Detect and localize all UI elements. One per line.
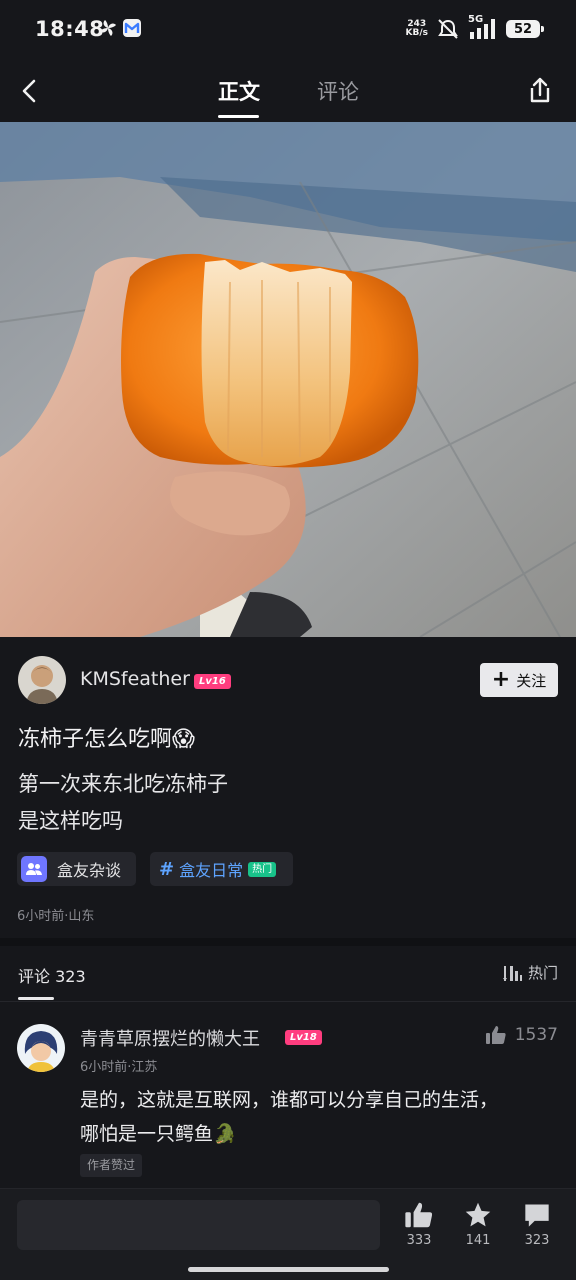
- favorite-button[interactable]: 141: [456, 1201, 500, 1248]
- comments-tab-indicator: [18, 997, 54, 1000]
- mute-icon: [438, 19, 458, 39]
- nav-bar: 正文 评论: [0, 60, 576, 122]
- comment-bubble-icon: [525, 1204, 549, 1227]
- favorite-count: 141: [465, 1233, 491, 1248]
- hot-badge: 热门: [248, 861, 277, 877]
- net-speed: 243 KB/s: [406, 20, 428, 38]
- status-bar: 18:48 243 KB/s 5G 52: [0, 0, 576, 60]
- active-tab-indicator: [218, 115, 259, 118]
- group-icon: [21, 856, 47, 882]
- comment-text-line: 哪怕是一只鳄鱼🐊: [80, 1123, 237, 1145]
- post-photo[interactable]: [0, 122, 576, 637]
- post-title: 冻柿子怎么吃啊😱: [18, 727, 195, 752]
- comment-count: 323: [524, 1233, 550, 1248]
- battery-icon: 52: [506, 20, 544, 38]
- follow-label: 关注: [516, 671, 547, 690]
- post-body-line: 是这样吃吗: [18, 809, 123, 833]
- status-time: 18:48: [35, 17, 105, 41]
- author-avatar[interactable]: [18, 656, 66, 704]
- post-body-line: 第一次来东北吃冻柿子: [18, 772, 228, 796]
- like-button[interactable]: 333: [397, 1201, 441, 1248]
- tab-comments[interactable]: 评论: [317, 76, 359, 106]
- post-meta: 6小时前·山东: [17, 909, 95, 924]
- comment-like-button[interactable]: 1537: [485, 1025, 558, 1045]
- commenter-level-badge: Lv18: [285, 1030, 322, 1045]
- home-indicator[interactable]: [188, 1267, 389, 1272]
- commenter-avatar[interactable]: [17, 1024, 65, 1072]
- tag-chat-label: 盒友杂谈: [57, 861, 122, 880]
- author-liked-badge: 作者赞过: [80, 1154, 143, 1177]
- battery-level: 52: [513, 21, 533, 37]
- plus-icon: +: [491, 667, 511, 692]
- net-speed-unit: KB/s: [405, 28, 428, 38]
- fan-icon: [100, 20, 116, 36]
- signal-icon: 5G: [468, 14, 498, 40]
- hash-icon: #: [159, 858, 175, 880]
- tag-daily-label: 盒友日常: [179, 861, 244, 880]
- post-author-row: KMSfeather Lv16 + 关注: [18, 656, 558, 706]
- comment-text-line: 是的，这就是互联网，谁都可以分享自己的生活，: [80, 1089, 499, 1111]
- section-divider: [0, 938, 576, 946]
- author-name[interactable]: KMSfeather: [80, 668, 190, 690]
- like-count: 333: [406, 1233, 432, 1248]
- comment-button[interactable]: 323: [515, 1201, 559, 1248]
- sort-icon: [502, 965, 522, 981]
- comment-like-count: 1537: [514, 1025, 558, 1045]
- comments-count[interactable]: 评论 323: [18, 963, 86, 987]
- comments-header-divider: [0, 1001, 576, 1002]
- mail-app-icon: [123, 19, 141, 37]
- star-icon: [465, 1202, 491, 1227]
- thumbs-up-icon: [405, 1202, 433, 1228]
- thumbs-up-icon: [485, 1026, 506, 1044]
- tag-chat[interactable]: 盒友杂谈: [17, 852, 136, 886]
- commenter-name[interactable]: 青青草原摆烂的懒大王: [80, 1025, 260, 1051]
- status-indicators: 243 KB/s 5G 52: [406, 14, 544, 42]
- follow-button[interactable]: + 关注: [480, 663, 558, 697]
- tag-daily[interactable]: # 盒友日常 热门: [150, 852, 293, 886]
- back-arrow-icon[interactable]: [14, 74, 46, 108]
- sort-label: 热门: [527, 964, 558, 982]
- sort-button[interactable]: 热门: [502, 962, 558, 983]
- comment-input[interactable]: [17, 1200, 380, 1250]
- author-level-badge: Lv16: [194, 674, 231, 689]
- comment-meta: 6小时前·江苏: [80, 1060, 158, 1075]
- tab-main-text[interactable]: 正文: [218, 76, 260, 106]
- share-icon[interactable]: [524, 74, 556, 108]
